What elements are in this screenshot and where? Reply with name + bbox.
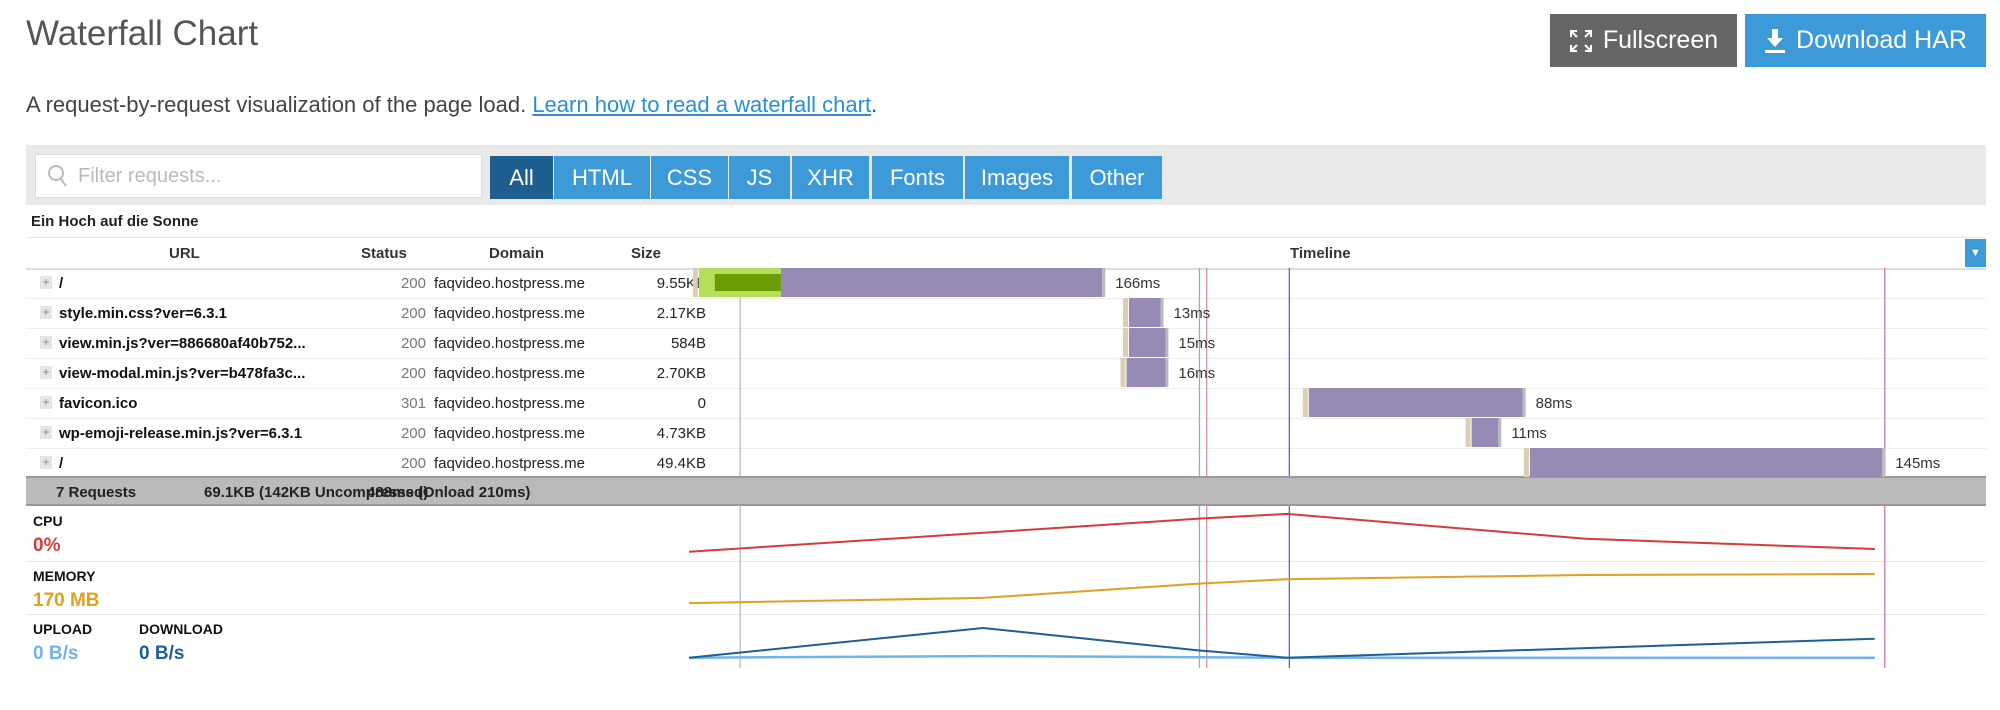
request-domain: faqvideo.hostpress.me bbox=[434, 365, 585, 382]
download-line bbox=[688, 626, 1875, 659]
request-status: 200 bbox=[400, 305, 426, 322]
summary-requests: 7 Requests bbox=[56, 484, 137, 501]
memory-value: 170 MB bbox=[33, 590, 100, 611]
table-row[interactable]: + style.min.css?ver=6.3.1 200 faqvideo.h… bbox=[26, 298, 1986, 329]
fullscreen-label: Fullscreen bbox=[1602, 26, 1719, 54]
table-row[interactable]: + view.min.js?ver=886680af40b752... 200 … bbox=[26, 328, 1986, 359]
expand-icon[interactable]: + bbox=[40, 276, 52, 289]
table-row[interactable]: + / 200 faqvideo.hostpress.me 49.4KB bbox=[26, 448, 1986, 479]
request-status: 200 bbox=[400, 275, 426, 292]
expand-icon[interactable]: + bbox=[40, 396, 52, 409]
request-url: favicon.ico bbox=[59, 395, 138, 412]
page-title: Waterfall Chart bbox=[26, 14, 259, 53]
request-domain: faqvideo.hostpress.me bbox=[434, 335, 585, 352]
cpu-label: CPU bbox=[33, 513, 63, 529]
request-size: 2.70KB bbox=[656, 365, 706, 382]
download-icon bbox=[1765, 28, 1786, 53]
request-size: 0 bbox=[697, 395, 706, 412]
tab-images[interactable]: Images bbox=[965, 156, 1069, 199]
divider bbox=[26, 561, 1986, 562]
request-size: 49.4KB bbox=[656, 455, 706, 472]
request-url: style.min.css?ver=6.3.1 bbox=[59, 305, 228, 322]
table-row[interactable]: + view-modal.min.js?ver=b478fa3c... 200 … bbox=[26, 358, 1986, 389]
page-description: A request-by-request visualization of th… bbox=[26, 92, 877, 118]
description-suffix: . bbox=[871, 92, 878, 117]
request-url: view.min.js?ver=886680af40b752... bbox=[59, 335, 306, 352]
col-status[interactable]: Status bbox=[361, 245, 407, 262]
table-header: URL Status Domain Size Timeline bbox=[26, 237, 1986, 270]
request-url: / bbox=[59, 455, 64, 472]
tab-all[interactable]: All bbox=[490, 156, 553, 199]
col-domain[interactable]: Domain bbox=[489, 245, 544, 262]
request-url: wp-emoji-release.min.js?ver=6.3.1 bbox=[59, 425, 303, 442]
request-domain: faqvideo.hostpress.me bbox=[434, 275, 585, 292]
request-status: 200 bbox=[400, 335, 426, 352]
cpu-line bbox=[688, 512, 1875, 553]
request-size: 584B bbox=[670, 335, 706, 352]
description-text: A request-by-request visualization of th… bbox=[26, 92, 533, 117]
request-url: / bbox=[59, 275, 64, 292]
tab-js[interactable]: JS bbox=[729, 156, 790, 199]
request-url: view-modal.min.js?ver=b478fa3c... bbox=[59, 365, 306, 382]
request-domain: faqvideo.hostpress.me bbox=[434, 425, 585, 442]
divider bbox=[26, 614, 1986, 615]
memory-line bbox=[688, 573, 1875, 605]
search-icon bbox=[48, 165, 67, 187]
request-domain: faqvideo.hostpress.me bbox=[434, 395, 585, 412]
summary-bar: 7 Requests 69.1KB (142KB Uncompressed) 4… bbox=[26, 476, 1986, 506]
col-timeline[interactable]: Timeline bbox=[1290, 245, 1351, 262]
col-size[interactable]: Size bbox=[631, 245, 661, 262]
caret-down-icon: ▼ bbox=[1970, 247, 1981, 259]
download-label: DOWNLOAD bbox=[139, 621, 223, 637]
learn-link[interactable]: Learn how to read a waterfall chart bbox=[532, 92, 871, 117]
request-size: 2.17KB bbox=[656, 305, 706, 322]
cpu-value: 0% bbox=[33, 535, 61, 556]
expand-icon[interactable]: + bbox=[40, 306, 52, 319]
request-size: 9.55KB bbox=[656, 275, 706, 292]
filter-input[interactable] bbox=[76, 163, 460, 189]
request-domain: faqvideo.hostpress.me bbox=[434, 455, 585, 472]
request-status: 301 bbox=[400, 395, 426, 412]
request-status: 200 bbox=[400, 455, 426, 472]
upload-line bbox=[688, 654, 1875, 659]
tab-html[interactable]: HTML bbox=[554, 156, 650, 199]
upload-value: 0 B/s bbox=[33, 643, 79, 664]
download-har-button[interactable]: Download HAR bbox=[1745, 14, 1986, 67]
download-value: 0 B/s bbox=[139, 643, 185, 664]
fullscreen-button[interactable]: Fullscreen bbox=[1550, 14, 1737, 67]
tab-other[interactable]: Other bbox=[1072, 156, 1162, 199]
request-status: 200 bbox=[400, 425, 426, 442]
summary-time: 488ms (Onload 210ms) bbox=[367, 484, 531, 501]
tab-fonts[interactable]: Fonts bbox=[872, 156, 963, 199]
expand-icon[interactable]: + bbox=[40, 336, 52, 349]
request-size: 4.73KB bbox=[656, 425, 706, 442]
page-name: Ein Hoch auf die Sonne bbox=[31, 213, 199, 230]
request-status: 200 bbox=[400, 365, 426, 382]
upload-label: UPLOAD bbox=[33, 621, 93, 637]
filter-search[interactable] bbox=[35, 154, 482, 198]
tab-css[interactable]: CSS bbox=[651, 156, 728, 199]
tab-xhr[interactable]: XHR bbox=[792, 156, 869, 199]
table-row[interactable]: + / 200 faqvideo.hostpress.me 9.55KB bbox=[26, 268, 1986, 299]
download-har-label: Download HAR bbox=[1796, 26, 1967, 54]
expand-icon bbox=[1569, 29, 1592, 52]
expand-icon[interactable]: + bbox=[40, 366, 52, 379]
request-domain: faqvideo.hostpress.me bbox=[434, 305, 585, 322]
table-row[interactable]: + favicon.ico 301 faqvideo.hostpress.me … bbox=[26, 388, 1986, 419]
col-url[interactable]: URL bbox=[169, 245, 200, 262]
expand-icon[interactable]: + bbox=[40, 456, 52, 469]
expand-icon[interactable]: + bbox=[40, 426, 52, 439]
timeline-dropdown-button[interactable]: ▼ bbox=[1965, 239, 1986, 267]
table-row[interactable]: + wp-emoji-release.min.js?ver=6.3.1 200 … bbox=[26, 418, 1986, 449]
memory-label: MEMORY bbox=[33, 568, 96, 584]
